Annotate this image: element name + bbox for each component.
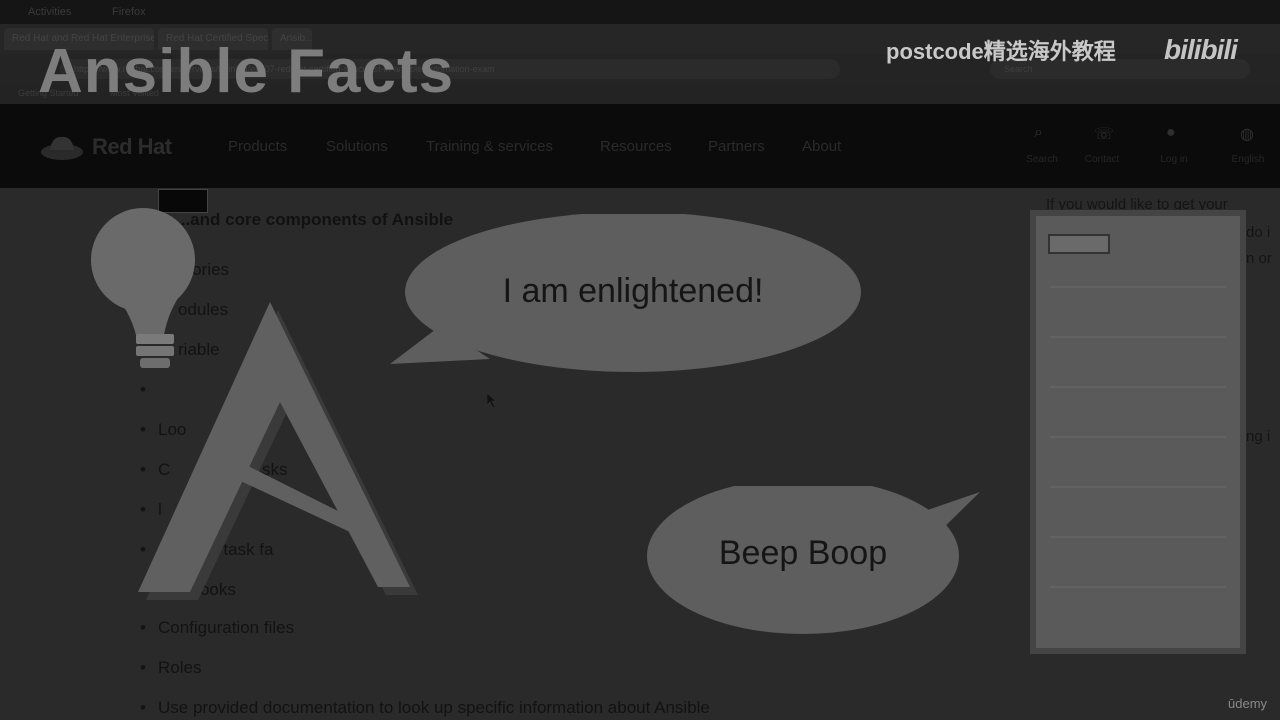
bilibili-logo-text: bilibili [1164, 34, 1238, 65]
side-paragraph-line: do i [1246, 224, 1271, 241]
udemy-logo: ūdemy [1228, 696, 1268, 711]
user-icon: ● [1166, 124, 1176, 141]
contact-icon: ☏ [1094, 126, 1115, 143]
os-app-name: Firefox [112, 6, 146, 18]
tablet-line [1050, 436, 1226, 438]
redhat-brand[interactable]: Red Hat [92, 134, 172, 160]
speech-bubble-text: I am enlightened! [502, 272, 764, 310]
tablet-line [1050, 486, 1226, 488]
channel-watermark: postcode精选海外教程 [886, 39, 1116, 64]
os-activities[interactable]: Activities [28, 6, 71, 18]
nav-item-solutions[interactable]: Solutions [326, 138, 388, 155]
redhat-site-nav: Red Hat Products Solutions Training & se… [0, 104, 1280, 188]
speech-bubble-text: Beep Boop [718, 534, 888, 572]
nav-item-resources[interactable]: Resources [600, 138, 672, 155]
video-title: Ansible Facts [38, 37, 455, 106]
side-paragraph-line: ng i [1246, 428, 1271, 445]
tablet-line [1050, 586, 1226, 588]
bilibili-logo: bilibili [1164, 30, 1260, 70]
tablet-line [1050, 336, 1226, 338]
redhat-fedora-icon[interactable] [40, 132, 84, 162]
globe-icon: ◍ [1240, 126, 1254, 143]
nav-item-training[interactable]: Training & services [426, 138, 553, 155]
nav-util-label: Contact [1084, 154, 1120, 165]
side-paragraph-line: n or [1246, 250, 1272, 267]
nav-search[interactable]: ⌕ Search [1012, 124, 1072, 168]
nav-item-partners[interactable]: Partners [708, 138, 765, 155]
tablet-chip [1048, 234, 1110, 254]
search-icon: ⌕ [1034, 124, 1043, 141]
nav-item-products[interactable]: Products [228, 138, 287, 155]
nav-language[interactable]: ◍ English [1218, 124, 1278, 168]
nav-item-about[interactable]: About [802, 138, 841, 155]
nav-util-label: Log in [1160, 154, 1188, 165]
os-top-bar: Activities Firefox [0, 0, 1280, 24]
nav-util-label: Search [1026, 154, 1058, 165]
nav-util-label: English [1231, 154, 1265, 165]
tablet-line [1050, 386, 1226, 388]
video-frame: Activities Firefox Red Hat and Red Hat E… [0, 0, 1280, 720]
nav-contact[interactable]: ☏ Contact [1072, 124, 1132, 168]
tablet-graphic [1030, 210, 1246, 654]
mouse-cursor-icon [487, 393, 497, 409]
tablet-line [1050, 536, 1226, 538]
nav-login[interactable]: ● Log in [1144, 124, 1204, 168]
tablet-line [1050, 286, 1226, 288]
